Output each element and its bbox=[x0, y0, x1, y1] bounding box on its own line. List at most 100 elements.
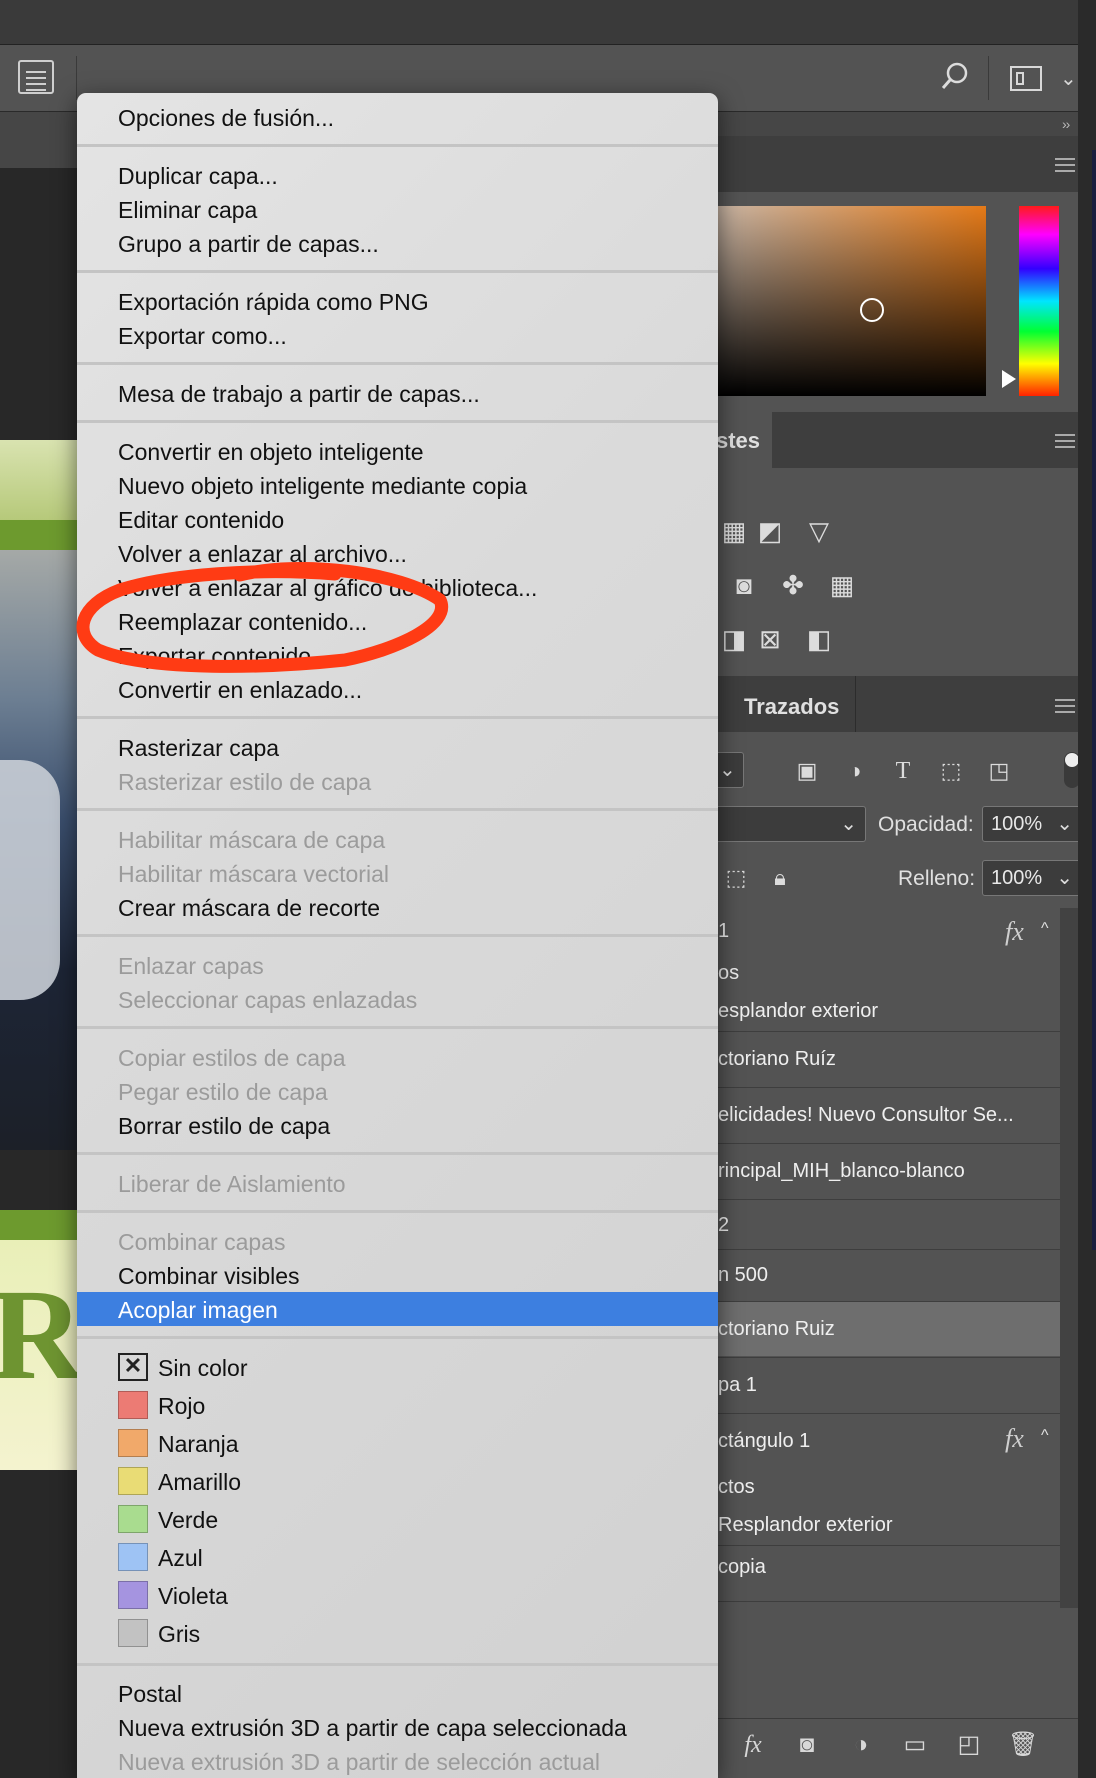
layer-row[interactable]: n 500 bbox=[718, 1250, 1060, 1300]
layer-effects-row[interactable]: os bbox=[718, 958, 1060, 994]
menu-item-merge-layers: Combinar capas bbox=[118, 1229, 286, 1255]
app-title-bar bbox=[0, 0, 1096, 45]
filter-adjustment-icon[interactable]: ◑ bbox=[839, 756, 871, 786]
collapse-panels-icon[interactable]: ›› bbox=[1062, 116, 1070, 132]
new-layer-icon[interactable]: ◰ bbox=[954, 1730, 984, 1760]
menu-item-violet[interactable]: Violeta bbox=[158, 1583, 228, 1610]
filter-pixel-icon[interactable]: ▣ bbox=[791, 756, 823, 786]
document-icon[interactable] bbox=[18, 60, 54, 94]
menu-item-new-smart-object-via-copy[interactable]: Nuevo objeto inteligente mediante copia bbox=[118, 473, 527, 500]
adjustment-layer-icon[interactable]: ◑ bbox=[846, 1730, 876, 1760]
filter-shape-icon[interactable]: ⬚ bbox=[935, 756, 967, 786]
workspace-icon[interactable] bbox=[1010, 66, 1042, 91]
layer-name: elicidades! Nuevo Consultor Se... bbox=[718, 1104, 1014, 1126]
menu-item-clear-layer-style[interactable]: Borrar estilo de capa bbox=[118, 1113, 330, 1140]
exposure-icon[interactable]: ◩ bbox=[754, 516, 786, 546]
menu-item-yellow[interactable]: Amarillo bbox=[158, 1469, 241, 1496]
menu-item-group-from-layers[interactable]: Grupo a partir de capas... bbox=[118, 231, 379, 258]
gradient-map-icon[interactable]: ▽ bbox=[803, 516, 835, 546]
menu-item-merge-visible[interactable]: Combinar visibles bbox=[118, 1263, 300, 1290]
posterize-icon[interactable]: ◨ bbox=[718, 624, 750, 654]
layer-effect-row[interactable]: Resplandor exterior bbox=[718, 1506, 1060, 1544]
blue-swatch bbox=[118, 1543, 148, 1571]
menu-item-3d-extrusion-from-layer[interactable]: Nueva extrusión 3D a partir de capa sele… bbox=[118, 1715, 627, 1742]
menu-item-no-color[interactable]: Sin color bbox=[158, 1355, 247, 1382]
blend-mode-dropdown[interactable]: ⌄ bbox=[710, 806, 866, 842]
chevron-up-icon[interactable]: ^ bbox=[1041, 1427, 1049, 1445]
menu-separator bbox=[77, 1026, 718, 1029]
menu-item-copy-layer-style: Copiar estilos de capa bbox=[118, 1045, 346, 1071]
menu-item-red[interactable]: Rojo bbox=[158, 1393, 205, 1420]
menu-item-export-as[interactable]: Exportar como... bbox=[118, 323, 287, 350]
menu-item-rasterize-layer[interactable]: Rasterizar capa bbox=[118, 735, 279, 762]
panel-menu-icon[interactable] bbox=[1055, 699, 1075, 713]
panel-menu-icon[interactable] bbox=[1055, 434, 1075, 448]
layer-row-selected[interactable]: ctoriano Ruiz bbox=[718, 1302, 1060, 1356]
layer-row[interactable]: pa 1 bbox=[718, 1358, 1060, 1412]
menu-item-replace-contents[interactable]: Reemplazar contenido... bbox=[118, 609, 367, 636]
options-separator bbox=[988, 56, 989, 100]
trash-icon[interactable]: 🗑︎ bbox=[1008, 1730, 1038, 1760]
fill-label: Relleno: bbox=[898, 867, 976, 890]
menu-item-artboard-from-layers[interactable]: Mesa de trabajo a partir de capas... bbox=[118, 381, 480, 408]
menu-item-export-contents[interactable]: Exportar contenido... bbox=[118, 643, 330, 670]
color-field[interactable] bbox=[718, 206, 986, 396]
layer-row[interactable]: copia bbox=[718, 1546, 1060, 1600]
fx-icon[interactable]: fx bbox=[738, 1730, 768, 1760]
menu-item-gray[interactable]: Gris bbox=[158, 1621, 200, 1648]
camera-icon[interactable]: ◙ bbox=[728, 570, 760, 600]
menu-item-duplicate-layer[interactable]: Duplicar capa... bbox=[118, 163, 278, 190]
selective-color-icon[interactable]: ◧ bbox=[803, 624, 835, 654]
menu-item-delete-layer[interactable]: Eliminar capa bbox=[118, 197, 257, 224]
mask-icon[interactable]: ◙ bbox=[792, 1730, 822, 1760]
threshold-icon[interactable]: ⊠ bbox=[754, 624, 786, 654]
filter-smart-object-icon[interactable]: ◳ bbox=[983, 756, 1015, 786]
lock-artboard-icon[interactable]: ⬚ bbox=[720, 863, 752, 893]
chevron-up-icon[interactable]: ^ bbox=[1041, 920, 1049, 938]
no-color-swatch: ✕ bbox=[118, 1353, 148, 1381]
menu-item-convert-smart-object[interactable]: Convertir en objeto inteligente bbox=[118, 439, 424, 466]
chevron-down-icon: ⌄ bbox=[840, 813, 857, 835]
menu-item-orange[interactable]: Naranja bbox=[158, 1431, 239, 1458]
menu-item-blue[interactable]: Azul bbox=[158, 1545, 203, 1572]
search-icon[interactable] bbox=[941, 62, 969, 90]
type-icon[interactable]: T bbox=[887, 756, 919, 786]
menu-item-convert-to-linked[interactable]: Convertir en enlazado... bbox=[118, 677, 362, 704]
layer-row[interactable]: 2 bbox=[718, 1200, 1060, 1248]
layer-row[interactable]: elicidades! Nuevo Consultor Se... bbox=[718, 1088, 1060, 1142]
fx-icon[interactable]: fx bbox=[1005, 1424, 1024, 1454]
layer-effects-row[interactable]: ctos bbox=[718, 1468, 1060, 1506]
fill-field[interactable]: 100% ⌄ bbox=[982, 860, 1082, 896]
layers-scrollbar[interactable] bbox=[1060, 908, 1078, 1608]
fx-icon[interactable]: fx bbox=[1005, 917, 1024, 947]
hue-slider[interactable] bbox=[1019, 206, 1059, 396]
channel-mixer-icon[interactable]: ✤ bbox=[777, 570, 809, 600]
menu-item-select-linked-layers: Seleccionar capas enlazadas bbox=[118, 987, 418, 1013]
curves-icon[interactable]: ▦ bbox=[718, 516, 750, 546]
chevron-down-icon[interactable]: ⌄ bbox=[1060, 66, 1077, 91]
color-lookup-icon[interactable]: ▦ bbox=[826, 570, 858, 600]
panel-menu-icon[interactable] bbox=[1055, 158, 1075, 172]
menu-item-green[interactable]: Verde bbox=[158, 1507, 218, 1534]
lock-icon[interactable]: 🔒︎ bbox=[764, 863, 796, 893]
layer-effect-row[interactable]: esplandor exterior bbox=[718, 994, 1060, 1030]
layer-row[interactable]: rincipal_MIH_blanco-blanco bbox=[718, 1144, 1060, 1198]
menu-item-blending-options[interactable]: Opciones de fusión... bbox=[118, 105, 334, 132]
menu-item-relink-to-library-graphic[interactable]: Volver a enlazar al gráfico de bibliotec… bbox=[118, 575, 537, 602]
layer-context-menu: Opciones de fusión... Duplicar capa... E… bbox=[77, 93, 718, 1778]
opacity-field[interactable]: 100% ⌄ bbox=[982, 806, 1082, 842]
menu-item-create-clipping-mask[interactable]: Crear máscara de recorte bbox=[118, 895, 380, 922]
menu-item-relink-to-file[interactable]: Volver a enlazar al archivo... bbox=[118, 541, 407, 568]
menu-separator bbox=[77, 716, 718, 719]
menu-item-postcard[interactable]: Postal bbox=[118, 1681, 182, 1708]
layer-row[interactable]: ctoriano Ruíz bbox=[718, 1032, 1060, 1086]
hue-slider-handle[interactable] bbox=[1002, 370, 1016, 388]
menu-item-edit-contents[interactable]: Editar contenido bbox=[118, 507, 284, 534]
color-picker-handle[interactable] bbox=[860, 298, 884, 322]
menu-item-quick-export-png[interactable]: Exportación rápida como PNG bbox=[118, 289, 429, 316]
green-swatch bbox=[118, 1505, 148, 1533]
folder-icon[interactable]: ▭ bbox=[900, 1730, 930, 1760]
tab-paths[interactable]: Trazados bbox=[744, 694, 839, 720]
layer-name: ctoriano Ruiz bbox=[718, 1318, 835, 1340]
menu-item-flatten-image[interactable]: Acoplar imagen bbox=[118, 1297, 278, 1324]
